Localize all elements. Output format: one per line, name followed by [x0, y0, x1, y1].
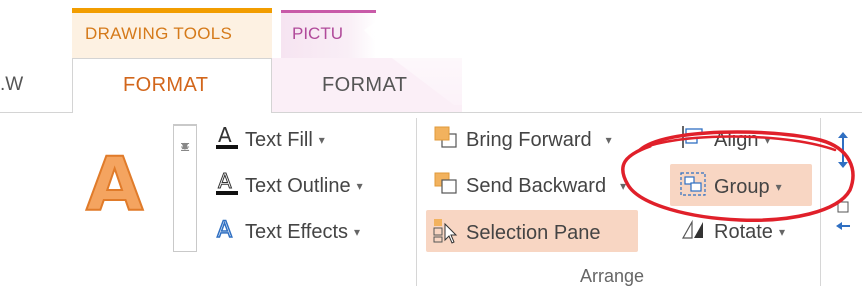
active-tab-gap — [73, 112, 271, 114]
chevron-down-icon: ▾ — [775, 180, 782, 194]
group-separator — [416, 118, 417, 286]
rotate-icon — [680, 216, 708, 248]
chevron-down-icon: ▾ — [318, 133, 325, 147]
chevron-down-icon: ▾ — [354, 225, 361, 239]
chevron-down-icon: ▾ — [778, 225, 785, 239]
bring-forward-icon — [432, 124, 460, 156]
wordart-style-preview[interactable]: A — [85, 147, 144, 223]
group-icon — [678, 170, 708, 204]
bring-forward-label: Bring Forward — [466, 128, 592, 151]
text-fill-button[interactable]: A Text Fill ▾ — [215, 123, 325, 156]
svg-text:A: A — [218, 124, 232, 147]
rotate-button[interactable]: Rotate ▾ — [680, 216, 785, 248]
group-button[interactable]: Group ▾ — [678, 170, 782, 204]
text-effects-icon: A — [215, 216, 239, 248]
size-height-icon — [834, 130, 852, 175]
wordart-gallery-scroller: ▲ ▼ ☰ — [173, 124, 197, 252]
selection-pane-button[interactable]: Selection Pane — [432, 216, 601, 250]
text-fill-icon: A — [215, 123, 239, 156]
text-outline-button[interactable]: A Text Outline ▾ — [215, 169, 363, 202]
svg-text:A: A — [217, 218, 232, 242]
group-label: Group — [714, 175, 770, 198]
text-outline-icon: A — [215, 169, 239, 202]
send-backward-button[interactable]: Send Backward ▾ — [432, 170, 626, 202]
size-width-icon — [834, 200, 852, 241]
svg-text:A: A — [218, 170, 232, 193]
bring-forward-button[interactable]: Bring Forward ▾ — [432, 124, 612, 156]
align-button[interactable]: Align ▾ — [680, 124, 771, 156]
send-backward-icon — [432, 170, 460, 202]
selection-pane-label: Selection Pane — [466, 221, 601, 244]
text-outline-label: Text Outline — [245, 174, 351, 197]
selection-pane-icon — [432, 216, 460, 250]
text-effects-button[interactable]: A Text Effects ▾ — [215, 216, 360, 248]
group-separator-right — [820, 118, 821, 286]
drawing-tools-label: DRAWING TOOLS — [85, 24, 233, 43]
send-backward-label: Send Backward — [466, 174, 607, 197]
text-effects-label: Text Effects — [245, 220, 349, 243]
expand-gallery-icon: ☰ — [180, 141, 190, 154]
tab-format-drawing-label: FORMAT — [123, 74, 209, 96]
arrange-group-label: Arrange — [580, 266, 645, 286]
align-icon — [680, 124, 708, 156]
chevron-down-icon: ▾ — [764, 133, 771, 147]
tab-format-picture-label: FORMAT — [322, 74, 408, 96]
rotate-label: Rotate — [714, 220, 773, 243]
chevron-down-icon: ▾ — [605, 133, 612, 147]
picture-tools-label: PICTU — [292, 24, 343, 43]
text-fill-label: Text Fill — [245, 128, 313, 151]
align-label: Align — [714, 128, 759, 151]
chevron-down-icon: ▾ — [620, 179, 627, 193]
chevron-down-icon: ▾ — [356, 179, 363, 193]
gallery-more-button[interactable]: ☰ — [174, 125, 196, 168]
tab-view-partial[interactable]: .W — [0, 74, 23, 96]
